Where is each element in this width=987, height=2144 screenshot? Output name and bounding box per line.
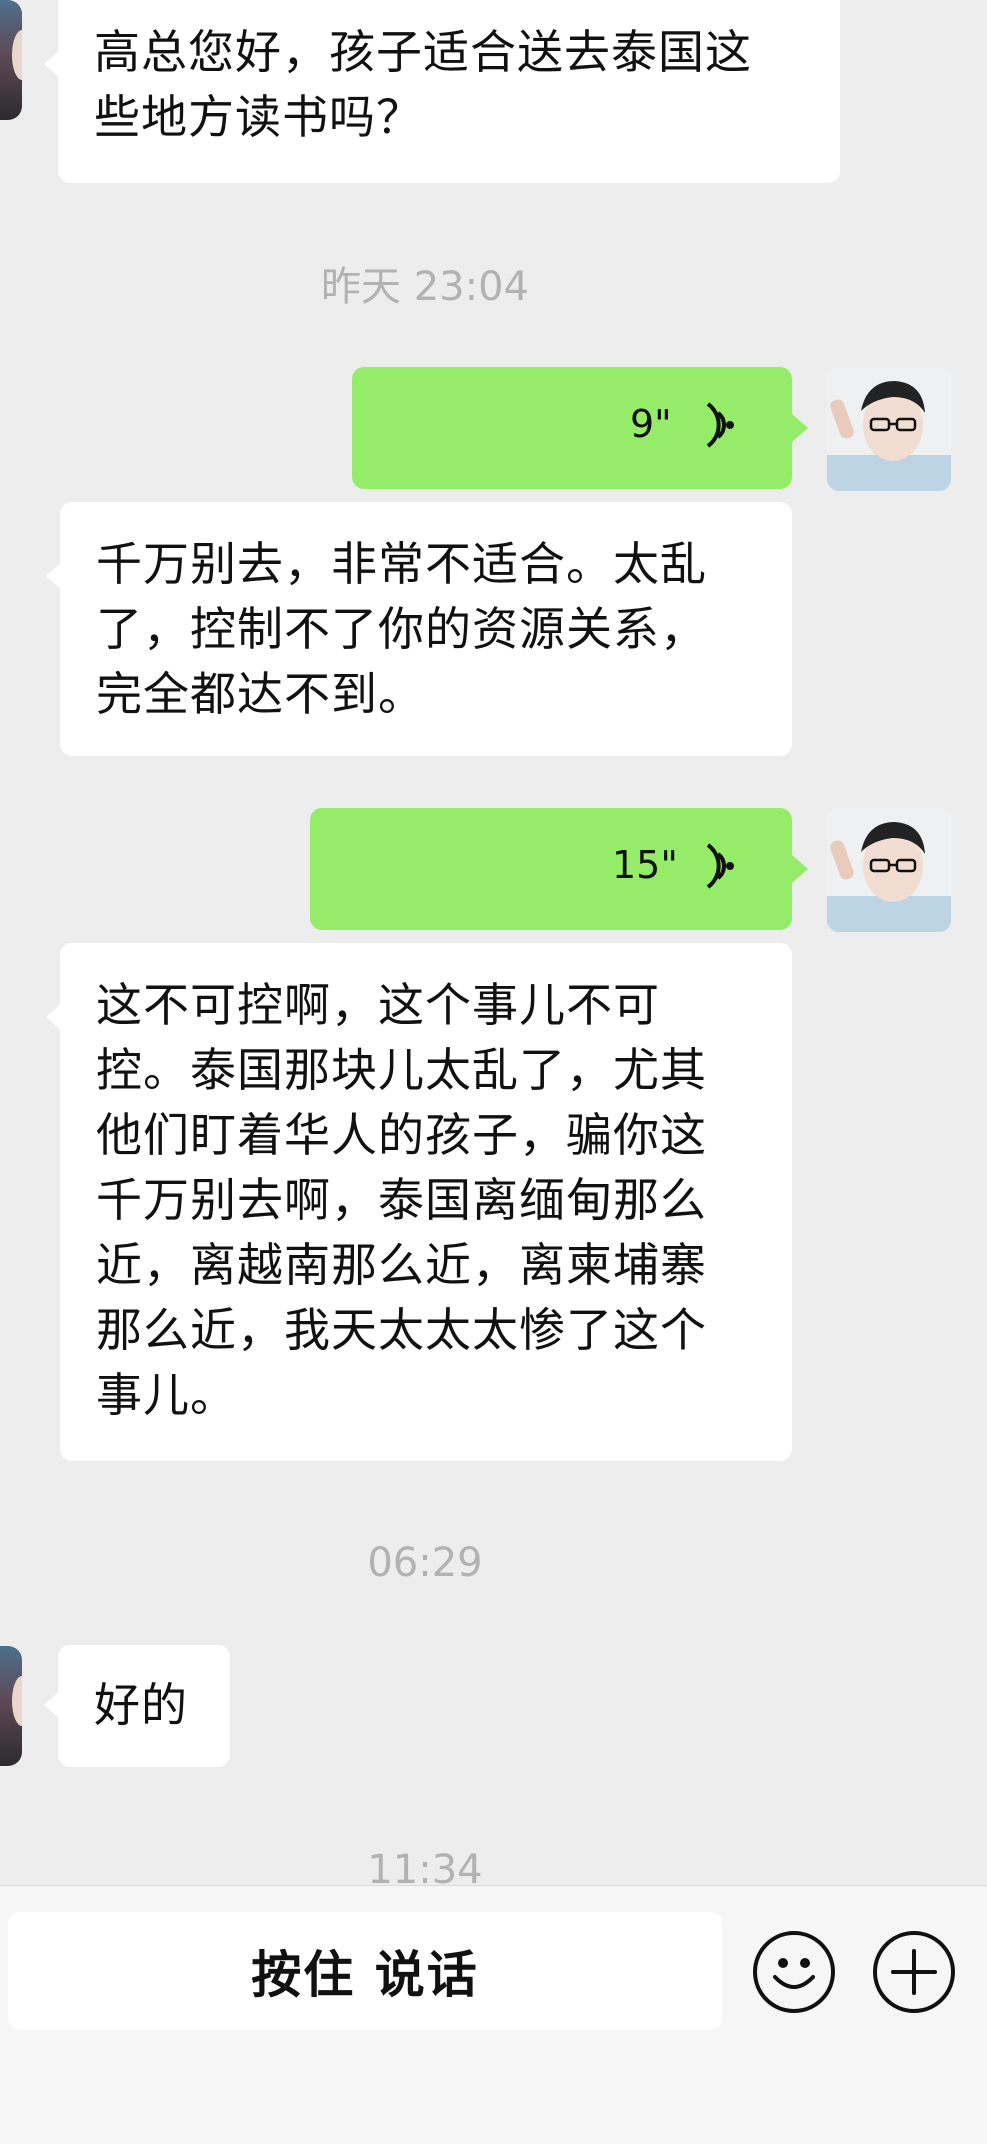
plus-circle-icon[interactable]	[873, 1931, 955, 2013]
voice-wave-icon	[706, 402, 734, 448]
my-avatar[interactable]	[827, 367, 951, 491]
contact-avatar[interactable]	[0, 0, 22, 120]
bubble-tail	[46, 562, 62, 590]
incoming-message-bubble[interactable]: 高总您好，孩子适合送去泰国这 些地方读书吗？	[44, 0, 840, 183]
contact-avatar[interactable]	[0, 1646, 22, 1766]
avatar-photo	[827, 367, 951, 491]
bubble-tail	[792, 855, 808, 883]
bubble-tail	[44, 50, 60, 78]
voice-message-bubble[interactable]: 9"	[352, 367, 808, 489]
voice-message-bubble[interactable]: 15"	[310, 808, 808, 930]
message-text: 好的	[94, 1678, 188, 1732]
bubble-tail	[46, 1003, 62, 1031]
my-avatar[interactable]	[827, 808, 951, 932]
bubble-tail	[792, 414, 808, 442]
avatar-photo	[827, 808, 951, 932]
incoming-message-bubble[interactable]: 这不可控啊，这个事儿不可 控。泰国那块儿太乱了，尤其 他们盯着华人的孩子，骗你这…	[46, 943, 792, 1461]
timestamp: 06:29	[367, 1540, 483, 1586]
hold-to-talk-button[interactable]: 按住 说话	[8, 1912, 722, 2030]
smiley-face-icon[interactable]	[753, 1931, 835, 2013]
message-text: 这不可控啊，这个事儿不可 控。泰国那块儿太乱了，尤其 他们盯着华人的孩子，骗你这…	[96, 978, 707, 1422]
input-bar: 按住 说话	[0, 1885, 987, 2144]
voice-wave-icon	[706, 843, 734, 889]
incoming-message-bubble[interactable]: 千万别去，非常不适合。太乱 了，控制不了你的资源关系， 完全都达不到。	[46, 502, 792, 756]
bubble-tail	[44, 1691, 60, 1719]
voice-duration: 9"	[630, 402, 672, 446]
timestamp: 昨天 23:04	[321, 264, 529, 310]
incoming-message-bubble[interactable]: 好的	[44, 1645, 230, 1767]
voice-duration: 15"	[612, 843, 678, 887]
message-text: 千万别去，非常不适合。太乱 了，控制不了你的资源关系， 完全都达不到。	[96, 537, 707, 721]
message-text: 高总您好，孩子适合送去泰国这 些地方读书吗？	[94, 25, 752, 144]
